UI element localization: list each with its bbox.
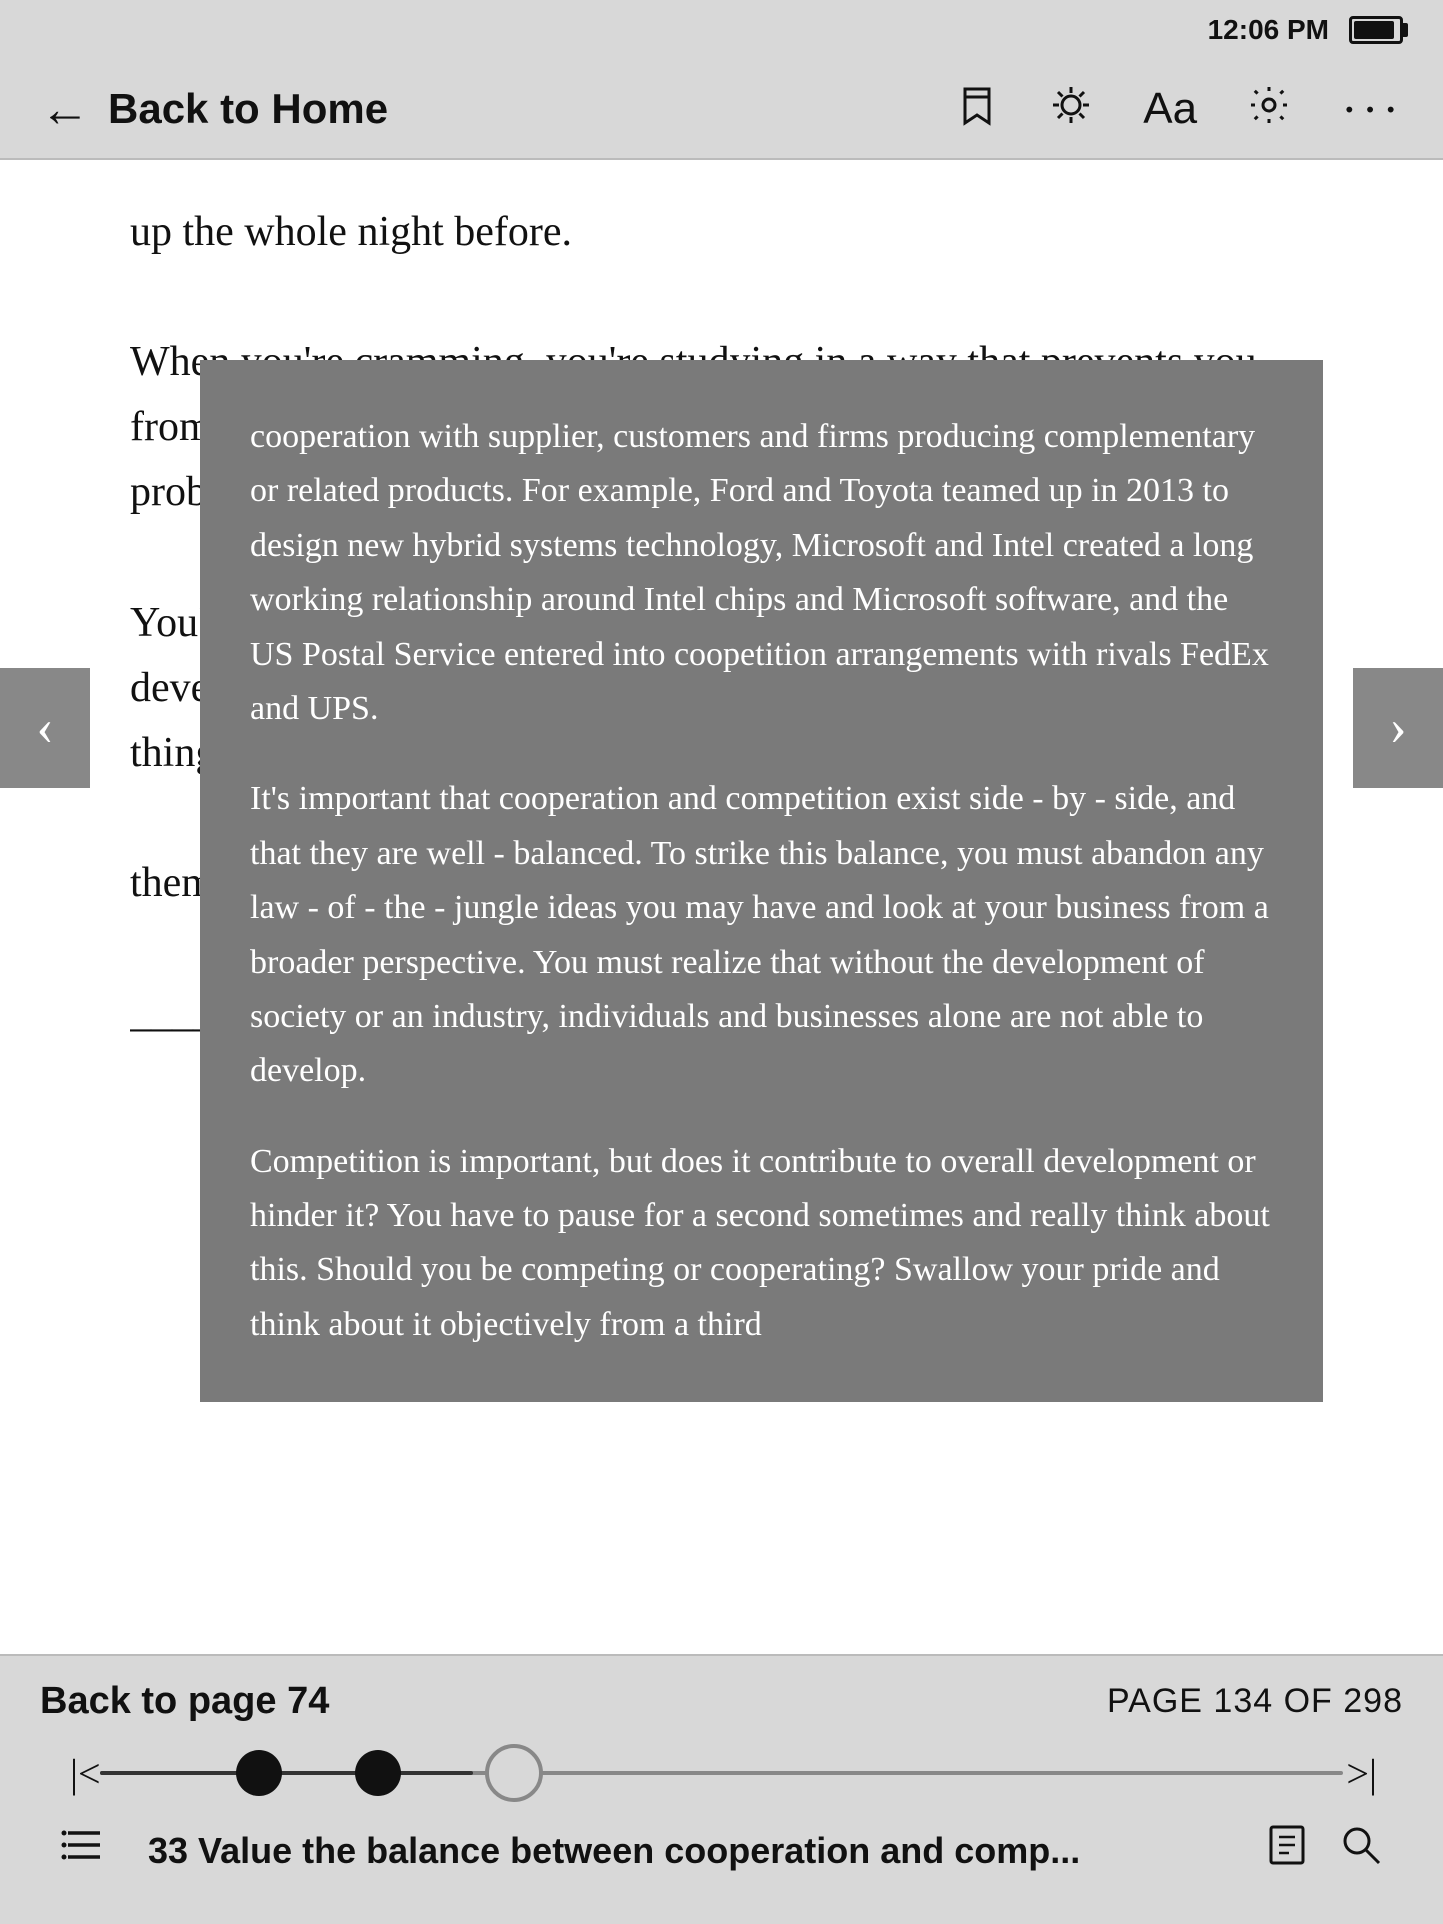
left-arrow-icon: ‹ [36,698,53,757]
brightness-icon[interactable] [1049,83,1093,135]
toc-icon[interactable] [60,1823,108,1878]
chapter-title: 33 Value the balance between cooperation… [148,1830,1245,1872]
bottom-page-info: Back to page 74 PAGE 134 OF 298 [40,1680,1403,1723]
page-of: PAGE 134 OF 298 [1107,1682,1403,1721]
slider-thumb-2[interactable] [355,1750,401,1796]
back-to-page[interactable]: Back to page 74 [40,1680,329,1723]
slider-thumb-1[interactable] [236,1750,282,1796]
top-nav-right: Aa ··· [955,83,1403,135]
back-label: Back to Home [108,85,388,133]
popup-card[interactable]: cooperation with supplier, customers and… [200,360,1323,1402]
notes-icon[interactable] [1265,1823,1309,1878]
popup-paragraph-3: Competition is important, but does it co… [250,1135,1273,1353]
bookmark-icon[interactable] [955,83,999,135]
popup-paragraph-1: cooperation with supplier, customers and… [250,410,1273,736]
bottom-toolbar: 33 Value the balance between cooperation… [40,1823,1403,1878]
status-bar: 12:06 PM [0,0,1443,60]
top-nav: ← Back to Home Aa [0,60,1443,160]
text-line-1: up the whole night before. [130,200,1313,265]
popup-overlay: cooperation with supplier, customers and… [0,320,1443,1384]
bottom-tool-right [1265,1823,1383,1878]
slider-container[interactable]: |< >| [40,1743,1403,1803]
right-arrow-icon: › [1389,698,1406,757]
status-time: 12:06 PM [1208,14,1329,46]
slider-track [100,1771,1343,1775]
popup-paragraph-2: It's important that cooperation and comp… [250,772,1273,1098]
slider-end-icon[interactable]: >| [1346,1750,1377,1797]
reading-area: up the whole night before. When you're c… [0,160,1443,1654]
next-page-button[interactable]: › [1353,668,1443,788]
back-arrow-icon: ← [40,84,90,134]
slider-thumb-3[interactable] [485,1744,543,1802]
search-icon[interactable] [1339,1823,1383,1878]
more-icon[interactable]: ··· [1341,84,1403,134]
slider-track-filled [100,1771,473,1775]
battery-icon [1349,16,1403,44]
prev-page-button[interactable]: ‹ [0,668,90,788]
font-icon[interactable]: Aa [1143,87,1197,131]
bottom-bar: Back to page 74 PAGE 134 OF 298 |< >| 33… [0,1654,1443,1924]
back-button[interactable]: ← Back to Home [40,84,388,134]
settings-icon[interactable] [1247,83,1291,135]
slider-start-icon[interactable]: |< [70,1750,101,1797]
